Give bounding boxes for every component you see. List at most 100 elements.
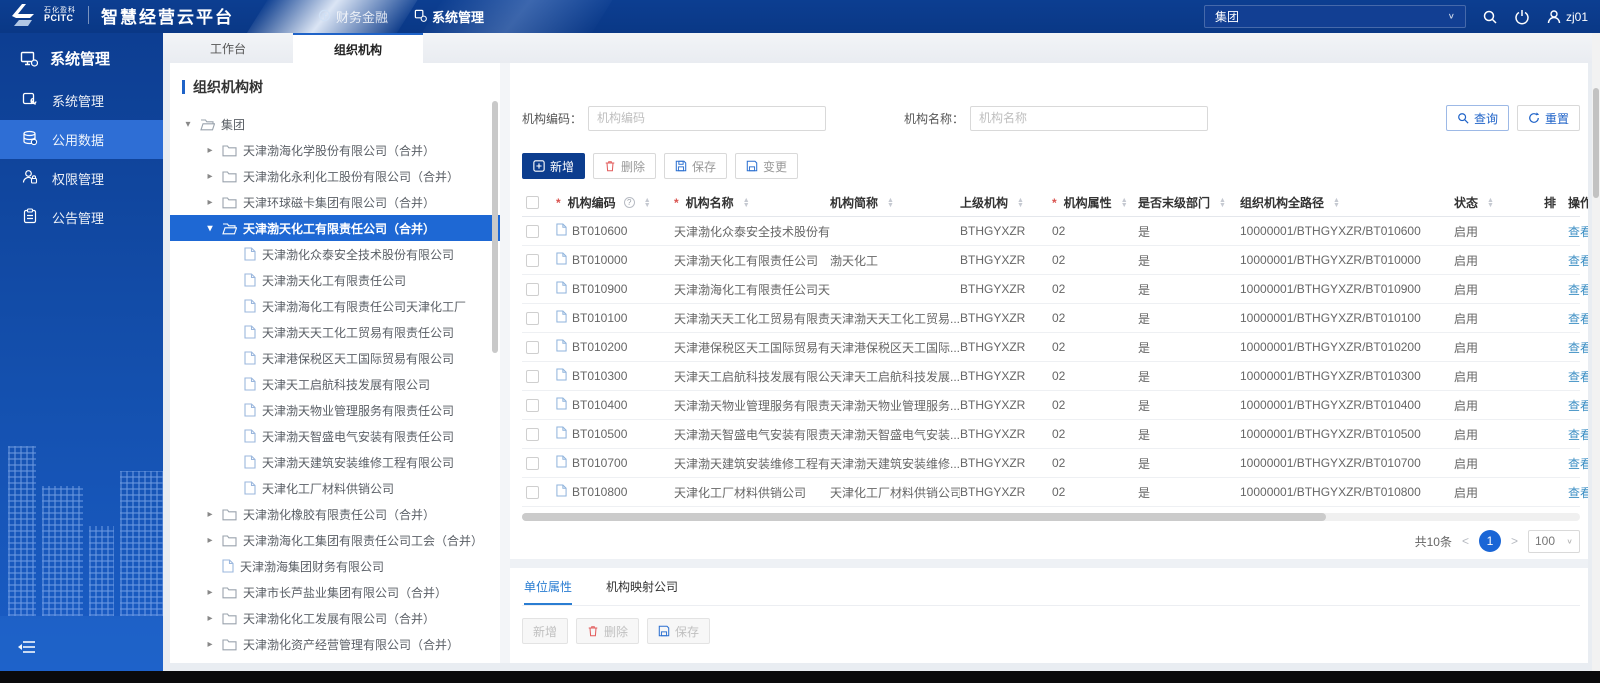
tree-node[interactable]: ▸ 天津环球磁卡集团有限公司（合并）	[170, 189, 500, 215]
pagination-page-1[interactable]: 1	[1478, 530, 1501, 552]
row-checkbox[interactable]	[526, 253, 539, 267]
detail-add-button[interactable]: 新增	[522, 618, 569, 644]
info-icon[interactable]: ?	[623, 197, 635, 208]
page-scrollbar-thumb[interactable]	[1593, 88, 1599, 198]
tree-node[interactable]: 天津化工厂材料供销公司	[170, 475, 500, 501]
detail-delete-button[interactable]: 删除	[576, 618, 640, 644]
org-name-cell: 天津化工厂材料供销公司	[674, 485, 807, 500]
view-link[interactable]: 查看	[1568, 368, 1588, 385]
org-path-cell: 10000001/BTHGYXZR/BT010800	[1240, 485, 1421, 499]
tree-caret-icon[interactable]: ▸	[204, 613, 216, 624]
tab-组织机构[interactable]: 组织机构	[293, 33, 423, 63]
tree-node[interactable]: 天津渤化众泰安全技术股份有限公司	[170, 241, 500, 267]
power-icon[interactable]	[1514, 9, 1530, 25]
sort-caret-icon[interactable]: ▲ ▼	[887, 197, 894, 209]
detail-tab-机构映射公司[interactable]: 机构映射公司	[606, 578, 678, 605]
select-all-checkbox[interactable]	[526, 196, 539, 209]
org-select[interactable]: 集团 ∨	[1203, 5, 1466, 28]
tab-工作台[interactable]: 工作台	[163, 33, 293, 63]
row-checkbox[interactable]	[526, 369, 539, 383]
tree-node[interactable]: 天津渤天化工有限责任公司	[170, 267, 500, 293]
tree-caret-icon[interactable]: ▾	[204, 223, 216, 234]
sort-caret-icon[interactable]: ▲ ▼	[1017, 197, 1024, 209]
user-menu[interactable]: zj01	[1546, 9, 1588, 25]
add-button[interactable]: 新增	[522, 153, 586, 179]
table-row: BT010300 天津天工启航科技发展有限公司 天津天工启航科技发展... BTHGY…	[522, 362, 1588, 391]
org-code-value: BT010500	[572, 427, 628, 441]
collapse-sidebar-icon[interactable]	[18, 640, 36, 657]
sidebar-item-公告管理[interactable]: 公告管理	[0, 198, 163, 237]
view-link[interactable]: 查看	[1568, 252, 1588, 269]
tree-node[interactable]: ▾ 集团	[170, 111, 500, 137]
sort-caret-icon[interactable]: ▲ ▼	[1219, 197, 1226, 209]
page-size-select[interactable]: 100 ∨	[1528, 529, 1580, 553]
tree-scrollbar[interactable]	[492, 101, 498, 353]
tree-node[interactable]: ▸ 天津渤化化工发展有限公司（合并）	[170, 605, 500, 631]
org-name-input[interactable]	[970, 105, 1209, 131]
top-nav-item-系统管理[interactable]: 系统管理	[414, 7, 484, 26]
tree-caret-icon[interactable]: ▸	[204, 639, 216, 650]
tree-node[interactable]: 天津渤海集团财务有限公司	[170, 553, 500, 579]
tree-node[interactable]: 天津渤天天工化工贸易有限责任公司	[170, 319, 500, 345]
sort-caret-icon[interactable]: ▲ ▼	[1121, 197, 1128, 209]
delete-button[interactable]: 删除	[593, 153, 657, 179]
row-checkbox[interactable]	[526, 456, 539, 470]
row-checkbox[interactable]	[526, 282, 539, 296]
sidebar-item-系统管理[interactable]: 系统管理	[0, 81, 163, 120]
sort-caret-icon[interactable]: ▲ ▼	[743, 197, 750, 209]
reset-button[interactable]: 重置	[1516, 105, 1580, 131]
sidebar-item-权限管理[interactable]: 权限管理	[0, 159, 163, 198]
view-link[interactable]: 查看	[1568, 310, 1588, 327]
sort-caret-icon[interactable]: ▲ ▼	[1487, 197, 1494, 209]
tree-caret-icon[interactable]: ▸	[204, 587, 216, 598]
tree-caret-icon[interactable]: ▸	[204, 509, 216, 520]
sort-caret-icon[interactable]: ▲ ▼	[644, 197, 651, 209]
pagination-next[interactable]: >	[1511, 534, 1518, 548]
horizontal-scrollbar-thumb[interactable]	[522, 513, 1327, 521]
tree-caret-icon[interactable]: ▸	[204, 145, 216, 156]
tree-node[interactable]: ▸ 天津渤海化工集团有限责任公司工会（合并）	[170, 527, 500, 553]
query-button[interactable]: 查询	[1445, 105, 1509, 131]
view-link[interactable]: 查看	[1568, 397, 1588, 414]
tree-node[interactable]: 天津渤天物业管理服务有限责任公司	[170, 397, 500, 423]
tree-node[interactable]: 天津天工启航科技发展有限公司	[170, 371, 500, 397]
detail-tab-单位属性[interactable]: 单位属性	[524, 578, 573, 605]
sort-caret-icon[interactable]: ▲ ▼	[1333, 197, 1340, 209]
tree-node[interactable]: ▸ 天津渤化橡胶有限责任公司（合并）	[170, 501, 500, 527]
tree-node[interactable]: 天津港保税区天工国际贸易有限公司	[170, 345, 500, 371]
view-link[interactable]: 查看	[1568, 281, 1588, 298]
status-cell: 启用	[1454, 311, 1479, 326]
tree-node[interactable]: ▾ 天津渤天化工有限责任公司（合并）	[170, 215, 500, 241]
tree-node[interactable]: ▸ 天津渤化资产经营管理有限公司（合并）	[170, 631, 500, 657]
tree-node[interactable]: 天津渤海化工有限责任公司天津化工厂	[170, 293, 500, 319]
row-checkbox[interactable]	[526, 224, 539, 238]
tree-caret-icon[interactable]: ▸	[204, 197, 216, 208]
row-checkbox[interactable]	[526, 485, 539, 499]
view-link[interactable]: 查看	[1568, 426, 1588, 443]
tree-caret-icon[interactable]: ▸	[204, 535, 216, 546]
tree-node[interactable]: ▸ 天津市长芦盐业集团有限公司（合并）	[170, 579, 500, 605]
view-link[interactable]: 查看	[1568, 339, 1588, 356]
save-button[interactable]: 保存	[664, 153, 728, 179]
row-checkbox[interactable]	[526, 340, 539, 354]
tree-node-label: 天津化工厂材料供销公司	[262, 481, 395, 496]
row-checkbox[interactable]	[526, 427, 539, 441]
tree-caret-icon[interactable]: ▾	[182, 119, 194, 130]
pagination-prev[interactable]: <	[1462, 534, 1469, 548]
sidebar-item-公用数据[interactable]: 公用数据	[0, 120, 163, 159]
change-button[interactable]: 变更	[735, 153, 799, 179]
view-link[interactable]: 查看	[1568, 223, 1588, 240]
tree-caret-icon[interactable]: ▸	[204, 171, 216, 182]
tree-node[interactable]: ▸ 天津渤化永利化工股份有限公司（合并）	[170, 163, 500, 189]
row-checkbox[interactable]	[526, 311, 539, 325]
tree-node[interactable]: ▸ 天津渤海化学股份有限公司（合并）	[170, 137, 500, 163]
top-nav-item-财务金融[interactable]: 财务金融	[318, 7, 388, 26]
row-checkbox[interactable]	[526, 398, 539, 412]
tree-node[interactable]: 天津渤天智盛电气安装有限责任公司	[170, 423, 500, 449]
view-link[interactable]: 查看	[1568, 484, 1588, 501]
search-icon[interactable]	[1482, 9, 1498, 25]
view-link[interactable]: 查看	[1568, 455, 1588, 472]
tree-node[interactable]: 天津渤天建筑安装维修工程有限公司	[170, 449, 500, 475]
org-code-input[interactable]	[588, 105, 827, 131]
detail-save-button[interactable]: 保存	[647, 618, 711, 644]
